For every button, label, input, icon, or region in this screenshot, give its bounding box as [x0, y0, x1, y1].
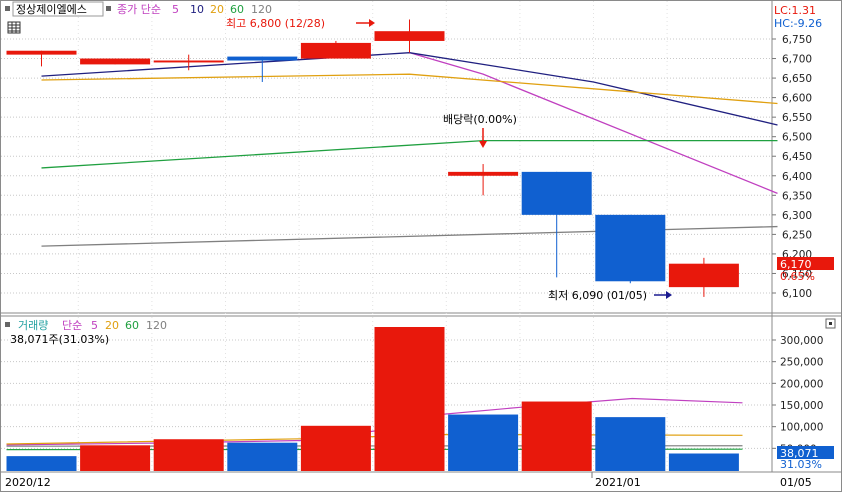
- current-volume-pct: 31.03%: [780, 458, 822, 471]
- low-arrow-icon: [654, 291, 672, 299]
- volume-tick-label: 300,000: [780, 335, 823, 347]
- lc-label: LC:1.31: [774, 4, 816, 17]
- volume-indicator: 단순: [62, 319, 82, 332]
- candle: [300, 42, 371, 59]
- ma-legend: 종가 단순 5 10 20 60 120: [117, 3, 272, 16]
- volume-bar: [595, 417, 666, 471]
- volume-bar: [374, 327, 445, 471]
- volume-bar: [6, 456, 77, 471]
- price-ma-line-10: [41, 52, 778, 126]
- price-tick-label: 6,600: [782, 93, 812, 105]
- indicator-selector-icon[interactable]: [106, 6, 111, 11]
- ma-period-20: 20: [210, 3, 224, 16]
- candle: [374, 31, 445, 41]
- volume-bar: [80, 445, 151, 471]
- date-label-2021-01: 2021/01: [595, 476, 641, 489]
- volume-bar: [448, 414, 519, 471]
- volume-legend: 거래량 단순 5 20 60 120: [18, 319, 167, 332]
- vol-ma-period-20: 20: [105, 319, 119, 332]
- volume-title: 거래량: [18, 319, 48, 332]
- volume-tick-label: 200,000: [780, 378, 823, 390]
- candle: [448, 171, 519, 176]
- table-view-icon[interactable]: [7, 21, 21, 34]
- price-tick-label: 6,450: [782, 151, 812, 163]
- ma-period-10: 10: [190, 3, 204, 16]
- price-tick-label: 6,300: [782, 210, 812, 222]
- price-tick-label: 6,100: [782, 288, 812, 300]
- date-label-2020-12: 2020/12: [5, 476, 51, 489]
- price-tick-label: 6,350: [782, 190, 812, 202]
- volume-selector-icon[interactable]: [5, 322, 10, 327]
- price-tick-label: 6,650: [782, 73, 812, 85]
- high-annotation: 최고 6,800 (12/28): [226, 17, 325, 30]
- ma-period-120: 120: [251, 3, 272, 16]
- price-tick-label: 6,750: [782, 34, 812, 46]
- stock-chart[interactable]: 6,750 6,700 6,650 6,600 6,550 6,500 6,450 6,400…: [0, 0, 842, 492]
- dividend-annotation: 배당락(0.00%): [443, 113, 517, 126]
- candle: [6, 50, 77, 55]
- hc-label: HC:-9.26: [774, 17, 822, 30]
- volume-bar: [300, 425, 371, 471]
- low-annotation: 최저 6,090 (01/05): [548, 289, 647, 302]
- price-tick-label: 6,250: [782, 229, 812, 241]
- candle: [668, 263, 739, 288]
- stock-name: 정상제이엘에스: [16, 3, 87, 16]
- volume-bar: [153, 439, 224, 471]
- ma-period-60: 60: [230, 3, 244, 16]
- high-arrow-icon: [356, 19, 375, 27]
- candle: [595, 214, 666, 282]
- volume-axis-ticks: 300,000250,000200,000150,000100,00050,00…: [772, 335, 823, 455]
- volume-bar: [521, 401, 592, 471]
- candle: [521, 171, 592, 215]
- price-tick-label: 6,500: [782, 132, 812, 144]
- vol-ma-period-120: 120: [146, 319, 167, 332]
- indicator-label: 종가 단순: [117, 3, 161, 16]
- volume-bar: [227, 442, 298, 471]
- price-tick-label: 6,700: [782, 54, 812, 66]
- candle: [227, 56, 298, 61]
- ma-period-5: 5: [172, 3, 179, 16]
- volume-tick-label: 150,000: [780, 400, 823, 412]
- price-tick-label: 6,400: [782, 171, 812, 183]
- date-label-01-05: 01/05: [780, 476, 812, 489]
- volume-tick-label: 100,000: [780, 422, 823, 434]
- close-panel-icon[interactable]: [825, 318, 836, 329]
- candle: [80, 58, 151, 65]
- dividend-arrow-icon: [479, 128, 487, 148]
- volume-current-text: 38,071주(31.03%): [10, 333, 109, 346]
- vol-ma-period-5: 5: [91, 319, 98, 332]
- vol-ma-period-60: 60: [125, 319, 139, 332]
- price-tick-label: 6,550: [782, 112, 812, 124]
- candle: [153, 60, 224, 63]
- stock-selector-icon[interactable]: [5, 6, 10, 11]
- volume-tick-label: 250,000: [780, 357, 823, 369]
- current-change: 0.65%: [780, 270, 815, 283]
- volume-bar: [668, 453, 739, 471]
- price-ma-line-60: [41, 139, 778, 169]
